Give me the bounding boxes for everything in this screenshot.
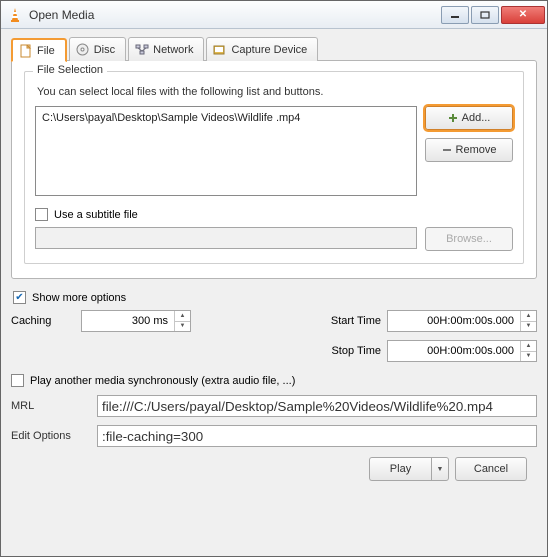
tab-network-label: Network (153, 44, 193, 56)
minus-icon (442, 145, 452, 155)
edit-options-label: Edit Options (11, 430, 89, 442)
chevron-down-icon: ▼ (437, 466, 444, 473)
add-button-label: Add... (462, 112, 491, 124)
tab-disc[interactable]: Disc (69, 37, 126, 61)
network-icon (135, 43, 149, 57)
more-options-panel: Caching 300 ms ▲▼ Start Time 00H:00m:00s… (11, 310, 537, 362)
file-list[interactable]: C:\Users\payal\Desktop\Sample Videos\Wil… (35, 106, 417, 196)
start-time-value: 00H:00m:00s.000 (388, 311, 520, 331)
spinner-down-icon[interactable]: ▼ (175, 322, 190, 332)
tab-disc-label: Disc (94, 44, 115, 56)
show-more-options-label: Show more options (32, 292, 126, 304)
subtitle-checkbox-label: Use a subtitle file (54, 209, 138, 221)
caching-spinner[interactable]: 300 ms ▲▼ (81, 310, 191, 332)
stop-time-label: Stop Time (317, 345, 387, 357)
extra-audio-checkbox[interactable] (11, 374, 24, 387)
tab-capture[interactable]: Capture Device (206, 37, 318, 61)
caching-label: Caching (11, 315, 81, 327)
mrl-input[interactable] (97, 395, 537, 417)
titlebar: Open Media ✕ (1, 1, 547, 29)
tab-file-label: File (37, 45, 55, 57)
vlc-icon (7, 7, 23, 23)
play-dropdown-button[interactable]: ▼ (431, 457, 449, 481)
tab-page-file: File Selection You can select local file… (11, 60, 537, 279)
subtitle-checkbox[interactable] (35, 208, 48, 221)
file-selection-group: File Selection You can select local file… (24, 71, 524, 264)
tab-network[interactable]: Network (128, 37, 204, 61)
show-more-options-checkbox[interactable] (13, 291, 26, 304)
content-area: File Disc Network Capture Device File Se… (1, 29, 547, 556)
spinner-down-icon[interactable]: ▼ (521, 352, 536, 362)
browse-subtitle-button: Browse... (425, 227, 513, 251)
mrl-label: MRL (11, 400, 89, 412)
window-title: Open Media (29, 8, 439, 22)
maximize-button[interactable] (471, 6, 499, 24)
file-selection-help: You can select local files with the foll… (37, 86, 513, 98)
spinner-up-icon[interactable]: ▲ (175, 311, 190, 322)
spinner-up-icon[interactable]: ▲ (521, 311, 536, 322)
start-time-label: Start Time (317, 315, 387, 327)
play-split-button: Play ▼ (369, 457, 449, 481)
stop-time-value: 00H:00m:00s.000 (388, 341, 520, 361)
stop-time-spinner[interactable]: 00H:00m:00s.000 ▲▼ (387, 340, 537, 362)
play-button-label: Play (390, 463, 411, 475)
remove-button-label: Remove (456, 144, 497, 156)
cancel-button-label: Cancel (474, 463, 508, 475)
remove-button[interactable]: Remove (425, 138, 513, 162)
browse-button-label: Browse... (446, 233, 492, 245)
spinner-up-icon[interactable]: ▲ (521, 341, 536, 352)
disc-icon (76, 43, 90, 57)
caching-value: 300 ms (82, 311, 174, 331)
cancel-button[interactable]: Cancel (455, 457, 527, 481)
minimize-button[interactable] (441, 6, 469, 24)
add-button[interactable]: Add... (425, 106, 513, 130)
capture-icon (213, 43, 227, 57)
play-button[interactable]: Play (369, 457, 431, 481)
plus-icon (448, 113, 458, 123)
tab-file[interactable]: File (11, 38, 67, 62)
tab-bar: File Disc Network Capture Device (11, 37, 537, 61)
extra-audio-label: Play another media synchronously (extra … (30, 375, 295, 387)
open-media-window: Open Media ✕ File Disc Network Capture D… (0, 0, 548, 557)
subtitle-path-input (35, 227, 417, 249)
edit-options-input[interactable] (97, 425, 537, 447)
start-time-spinner[interactable]: 00H:00m:00s.000 ▲▼ (387, 310, 537, 332)
close-button[interactable]: ✕ (501, 6, 545, 24)
file-selection-legend: File Selection (33, 64, 107, 76)
file-icon (19, 44, 33, 58)
dialog-footer: Play ▼ Cancel (11, 447, 537, 481)
tab-capture-label: Capture Device (231, 44, 307, 56)
spinner-down-icon[interactable]: ▼ (521, 322, 536, 332)
file-list-item[interactable]: C:\Users\payal\Desktop\Sample Videos\Wil… (40, 111, 412, 125)
